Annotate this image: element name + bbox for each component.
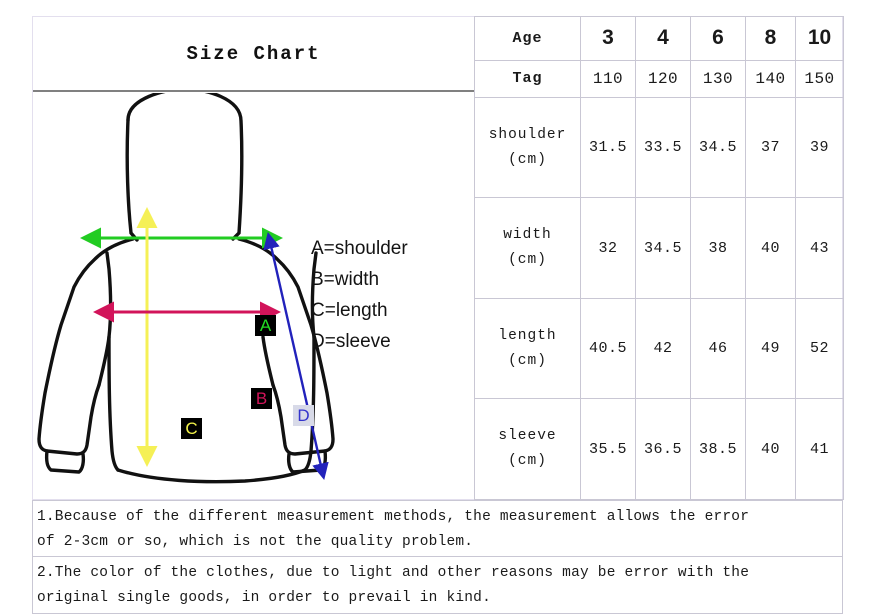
cell-shoulder-0: 31.5 <box>580 96 636 199</box>
row-label-shoulder-text: shoulder <box>488 126 567 143</box>
legend-item-shoulder: A=shoulder <box>311 238 408 259</box>
title-cell: Size Chart <box>33 17 474 92</box>
cell-length-4: 52 <box>795 297 844 400</box>
cell-length-0: 40.5 <box>580 297 636 400</box>
cell-shoulder-1: 33.5 <box>635 96 691 199</box>
header-age-label: Age <box>474 16 581 61</box>
row-unit-width: (cm) <box>508 252 547 269</box>
measurement-legend: A=shoulder B=width C=length D=sleeve <box>311 233 408 357</box>
cell-sleeve-2: 38.5 <box>690 398 746 500</box>
cell-sleeve-1: 36.5 <box>635 398 691 500</box>
header-age-3: 8 <box>745 16 796 61</box>
tag-0: 110 <box>580 59 636 98</box>
note-1: 1.Because of the different measurement m… <box>32 500 843 557</box>
header-age-1: 4 <box>635 16 691 61</box>
size-table-panel: Age 3 4 6 8 10 Tag 110 120 130 140 150 s… <box>474 16 844 500</box>
legend-item-length: C=length <box>311 300 388 321</box>
table-row-tag: Tag 110 120 130 140 150 <box>474 59 844 98</box>
cell-shoulder-2: 34.5 <box>690 96 746 199</box>
row-label-length: length (cm) <box>474 297 581 400</box>
row-label-width: width (cm) <box>474 197 581 299</box>
marker-b: B <box>251 388 272 409</box>
cell-width-0: 32 <box>580 197 636 299</box>
row-unit-sleeve: (cm) <box>508 453 547 470</box>
note-2: 2.The color of the clothes, due to light… <box>32 557 843 614</box>
tag-4: 150 <box>795 59 844 98</box>
table-row: length (cm) 40.5 42 46 49 52 <box>474 297 844 400</box>
legend-item-sleeve: D=sleeve <box>311 331 391 352</box>
tag-2: 130 <box>690 59 746 98</box>
marker-d: D <box>293 405 314 426</box>
tag-3: 140 <box>745 59 796 98</box>
garment-diagram-panel: Size Chart A B C D A=shoulder B=width C=… <box>33 17 474 499</box>
size-chart-page: Size Chart A B C D A=shoulder B=width C=… <box>0 0 875 615</box>
row-unit-shoulder: (cm) <box>508 151 547 168</box>
table-row: sleeve (cm) 35.5 36.5 38.5 40 41 <box>474 398 844 500</box>
cell-shoulder-3: 37 <box>745 96 796 199</box>
cell-width-2: 38 <box>690 197 746 299</box>
garment-area: A B C D A=shoulder B=width C=length D=sl… <box>33 93 474 499</box>
row-label-sleeve: sleeve (cm) <box>474 398 581 500</box>
row-label-width-text: width <box>503 227 552 244</box>
header-tag-label: Tag <box>474 59 581 98</box>
cell-length-2: 46 <box>690 297 746 400</box>
header-age-0: 3 <box>580 16 636 61</box>
cell-shoulder-4: 39 <box>795 96 844 199</box>
header-age-2: 6 <box>690 16 746 61</box>
cell-width-3: 40 <box>745 197 796 299</box>
marker-a: A <box>255 315 276 336</box>
row-label-length-text: length <box>498 327 557 344</box>
cell-width-4: 43 <box>795 197 844 299</box>
header-age-4: 10 <box>795 16 844 61</box>
table-row: shoulder (cm) 31.5 33.5 34.5 37 39 <box>474 96 844 199</box>
cell-sleeve-3: 40 <box>745 398 796 500</box>
size-table: Age 3 4 6 8 10 Tag 110 120 130 140 150 s… <box>474 16 844 500</box>
marker-c: C <box>181 418 202 439</box>
page-title: Size Chart <box>186 42 321 65</box>
cell-sleeve-0: 35.5 <box>580 398 636 500</box>
note-2-line-1: 2.The color of the clothes, due to light… <box>37 565 750 581</box>
note-2-line-2: original single goods, in order to preva… <box>37 590 491 606</box>
cell-length-3: 49 <box>745 297 796 400</box>
cell-width-1: 34.5 <box>635 197 691 299</box>
cell-length-1: 42 <box>635 297 691 400</box>
note-1-line-2: of 2-3cm or so, which is not the quality… <box>37 534 474 550</box>
row-unit-length: (cm) <box>508 352 547 369</box>
row-label-sleeve-text: sleeve <box>498 428 557 445</box>
hoodie-outline-icon <box>37 93 335 484</box>
cell-sleeve-4: 41 <box>795 398 844 500</box>
table-row: width (cm) 32 34.5 38 40 43 <box>474 197 844 299</box>
legend-item-width: B=width <box>311 269 380 290</box>
tag-1: 120 <box>635 59 691 98</box>
table-row-age: Age 3 4 6 8 10 <box>474 16 844 61</box>
note-1-line-1: 1.Because of the different measurement m… <box>37 509 750 525</box>
row-label-shoulder: shoulder (cm) <box>474 96 581 199</box>
notes-section: 1.Because of the different measurement m… <box>32 500 843 614</box>
